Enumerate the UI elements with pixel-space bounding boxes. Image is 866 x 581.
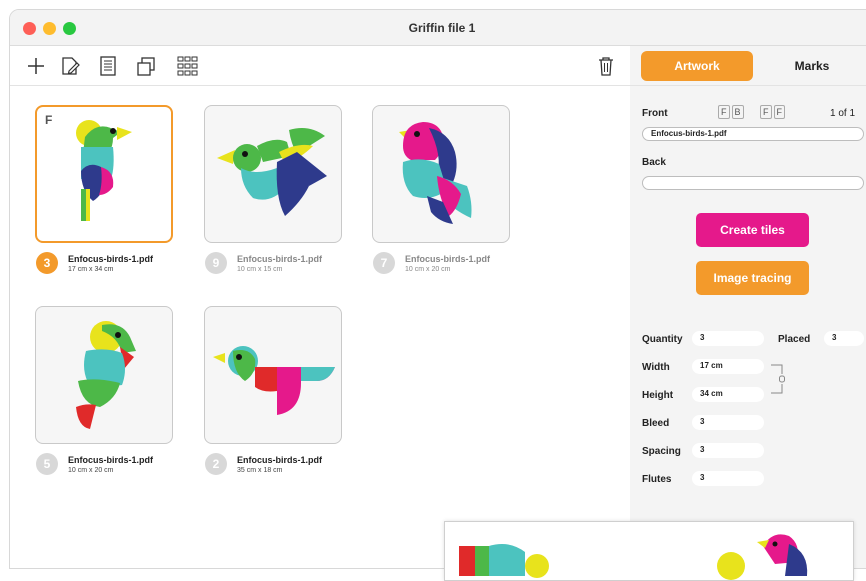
tab-artwork[interactable]: Artwork [641,51,753,81]
width-field[interactable]: 17 cm [692,359,764,374]
face-f-toggle[interactable]: F [760,105,772,119]
artwork-card-4[interactable] [35,306,173,444]
create-tiles-button[interactable]: Create tiles [696,213,809,247]
bleed-field[interactable]: 3 [692,415,764,430]
front-back-toggle[interactable]: FB [718,105,744,119]
artwork-card-2[interactable] [204,105,342,243]
artwork-dimensions: 10 cm x 20 cm [68,467,114,474]
quantity-badge: 5 [36,453,58,475]
artwork-card-5[interactable] [204,306,342,444]
face-b-toggle[interactable]: B [731,105,744,119]
document-list-icon[interactable] [96,54,120,78]
bird-artwork-image [399,122,472,224]
edit-document-icon[interactable] [58,54,82,78]
page-indicator: 1 of 1 [830,108,856,119]
bird-artwork-image [213,346,335,415]
face-f-toggle[interactable]: F [718,105,730,119]
quantity-label: Quantity [642,334,683,345]
image-tracing-button[interactable]: Image tracing [696,261,809,295]
tab-marks[interactable]: Marks [760,51,864,81]
bird-artwork-image [76,120,132,221]
height-field[interactable]: 34 cm [692,387,764,402]
add-icon[interactable] [24,54,48,78]
front-label: Front [642,108,668,119]
artwork-grid: F 3 Enfocus-birds-1.pdf 17 cm x 34 cm 9 … [10,87,630,567]
width-label: Width [642,362,670,373]
face-f-toggle[interactable]: F [773,105,785,119]
face-indicator: F [45,113,53,127]
window-title: Griffin file 1 [408,21,476,35]
title-bar: Griffin file 1 [10,10,866,46]
bird-artwork-image [76,321,136,429]
front-file-field[interactable]: Enfocus-birds-1.pdf [642,127,864,141]
artwork-file-name: Enfocus-birds-1.pdf [405,254,490,264]
panel-tabs: Artwork Marks [630,46,866,86]
quantity-badge: 9 [205,252,227,274]
artwork-file-name: Enfocus-birds-1.pdf [68,254,153,264]
artwork-dimensions: 10 cm x 20 cm [405,266,451,273]
back-file-field[interactable] [642,176,864,190]
back-label: Back [642,157,666,168]
link-dimensions-icon[interactable] [770,364,786,394]
artwork-card-1[interactable]: F [35,105,173,243]
height-label: Height [642,390,674,401]
spacing-label: Spacing [642,446,681,457]
app-window: Griffin file 1 F 3 Enfocus-birds-1.pdf 1… [9,9,866,569]
artwork-file-name: Enfocus-birds-1.pdf [237,455,322,465]
artwork-card-3[interactable] [372,105,510,243]
duplicate-icon[interactable] [134,54,158,78]
bird-artwork-image [217,128,327,216]
flutes-field[interactable]: 3 [692,471,764,486]
quantity-field[interactable]: 3 [692,331,764,346]
quantity-badge: 7 [373,252,395,274]
bleed-label: Bleed [642,418,670,429]
sheet-preview [444,521,854,581]
artwork-dimensions: 17 cm x 34 cm [68,266,114,273]
placed-label: Placed [778,334,811,345]
spacing-field[interactable]: 3 [692,443,764,458]
artwork-file-name: Enfocus-birds-1.pdf [68,455,153,465]
quantity-badge: 2 [205,453,227,475]
placed-value: 3 [824,331,864,346]
sheet-preview-image [459,534,808,580]
artwork-dimensions: 10 cm x 15 cm [237,266,283,273]
toolbar [10,46,630,86]
trash-icon[interactable] [594,54,618,78]
grid-icon[interactable] [176,54,200,78]
quantity-badge: 3 [36,252,58,274]
artwork-file-name: Enfocus-birds-1.pdf [237,254,322,264]
properties-panel: Artwork Marks Front FB FF 1 of 1 Enfocus… [630,46,866,568]
artwork-dimensions: 35 cm x 18 cm [237,467,283,474]
front-front-toggle[interactable]: FF [760,105,785,119]
flutes-label: Flutes [642,474,672,485]
